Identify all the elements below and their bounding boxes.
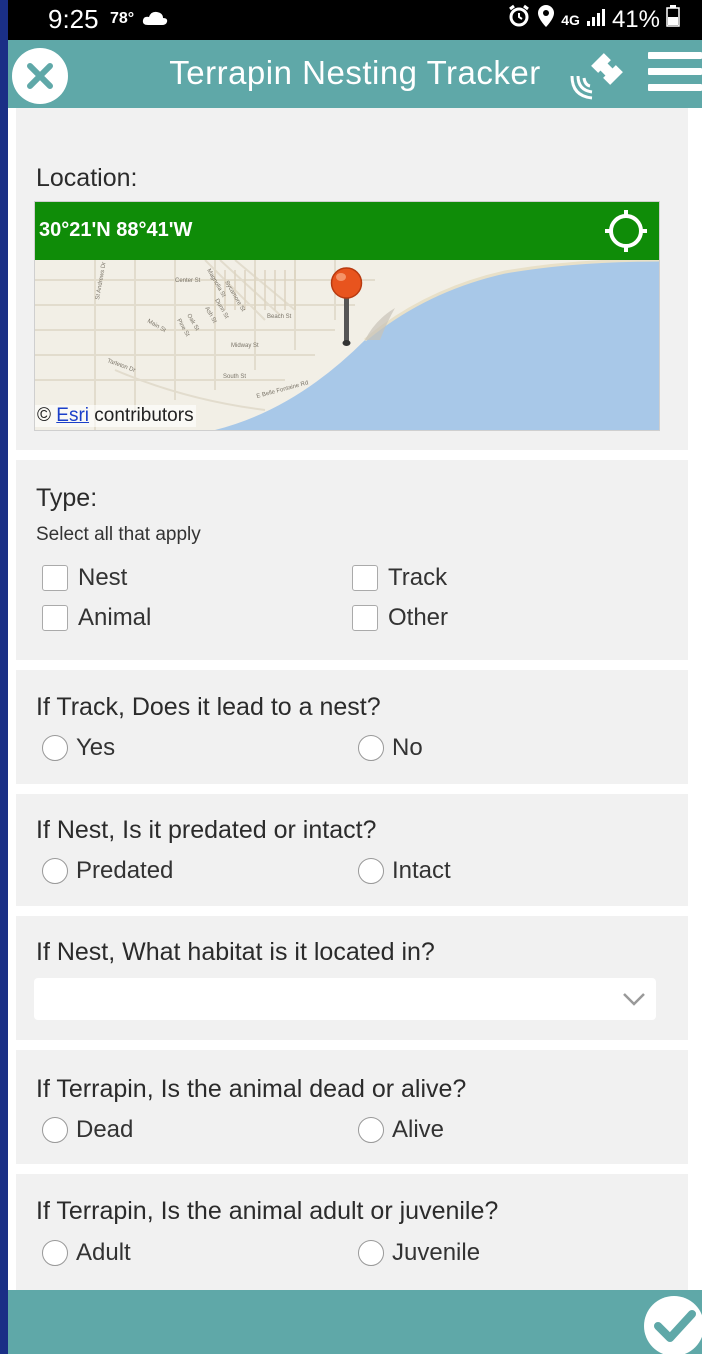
- bottom-bar: [8, 1290, 702, 1354]
- network-type: 4G: [561, 11, 580, 28]
- coordinate-text: 30°21'N 88°41'W: [39, 219, 193, 241]
- checkbox-box[interactable]: [42, 605, 68, 631]
- radio-label: Intact: [392, 857, 451, 884]
- radio-dead[interactable]: Dead: [42, 1116, 133, 1144]
- radio-nest-intact[interactable]: Intact: [358, 857, 451, 885]
- battery-icon: [666, 5, 680, 34]
- copyright-symbol: ©: [37, 405, 51, 426]
- checkbox-animal[interactable]: Animal: [42, 604, 151, 632]
- radio-circle[interactable]: [358, 735, 384, 761]
- street-label: Center St: [175, 278, 201, 284]
- status-temperature: 78°: [110, 10, 135, 27]
- location-pin-icon: [537, 4, 555, 35]
- checkbox-box[interactable]: [352, 605, 378, 631]
- type-hint: Select all that apply: [36, 524, 201, 545]
- divider: [16, 660, 688, 670]
- crosshair-icon: [605, 210, 647, 252]
- street-label: Beach St: [267, 314, 292, 320]
- checkbox-box[interactable]: [352, 565, 378, 591]
- radio-circle[interactable]: [42, 1240, 68, 1266]
- checkbox-label: Nest: [78, 564, 128, 591]
- attribution-text: contributors: [94, 405, 194, 426]
- radio-circle[interactable]: [358, 1117, 384, 1143]
- radio-adult[interactable]: Adult: [42, 1239, 131, 1267]
- radio-track-no[interactable]: No: [358, 734, 423, 762]
- status-time: 9:25: [48, 4, 99, 34]
- radio-circle[interactable]: [358, 858, 384, 884]
- radio-circle[interactable]: [358, 1240, 384, 1266]
- checkbox-label: Other: [388, 604, 449, 631]
- radio-label: Dead: [76, 1116, 134, 1143]
- esri-link[interactable]: Esri: [56, 405, 89, 426]
- radio-nest-predated[interactable]: Predated: [42, 857, 173, 885]
- map-pin-icon: [330, 267, 363, 346]
- divider: [16, 906, 688, 916]
- checkbox-label: Track: [388, 564, 448, 591]
- satellite-icon: [570, 53, 623, 100]
- menu-icon-bar: [648, 68, 702, 75]
- divider: [16, 784, 688, 794]
- radio-label: Adult: [76, 1239, 131, 1266]
- track-question-label: If Track, Does it lead to a nest?: [36, 693, 381, 721]
- radio-alive[interactable]: Alive: [358, 1116, 444, 1144]
- radio-label: Juvenile: [392, 1239, 481, 1266]
- radio-label: Predated: [76, 857, 174, 884]
- habitat-question-label: If Nest, What habitat is it located in?: [36, 938, 435, 966]
- radio-track-yes[interactable]: Yes: [42, 734, 115, 762]
- street-label: South St: [223, 374, 246, 380]
- radio-circle[interactable]: [42, 735, 68, 761]
- cloud-icon: [142, 10, 168, 31]
- radio-circle[interactable]: [42, 858, 68, 884]
- map-attribution: © Esri contributors: [35, 405, 196, 427]
- menu-button[interactable]: [648, 52, 702, 96]
- status-icons: 4G 41%: [507, 4, 680, 35]
- checkbox-other[interactable]: Other: [352, 604, 448, 632]
- radio-circle[interactable]: [42, 1117, 68, 1143]
- app-header: Terrapin Nesting Tracker: [8, 40, 702, 108]
- type-label: Type:: [36, 484, 98, 512]
- divider: [16, 1164, 688, 1174]
- gps-status-button[interactable]: [568, 50, 624, 100]
- location-map[interactable]: 30°21'N 88°41'W Center St Magnolia St Sy…: [34, 201, 660, 431]
- divider: [16, 1040, 688, 1050]
- locate-me-button[interactable]: [603, 208, 649, 254]
- location-label: Location:: [36, 164, 138, 192]
- radio-label: No: [392, 734, 423, 761]
- alarm-icon: [507, 4, 531, 35]
- chevron-down-icon: [623, 993, 645, 1006]
- checkbox-box[interactable]: [42, 565, 68, 591]
- habitat-dropdown[interactable]: [34, 978, 656, 1020]
- status-bar: 9:25 78° 4G 41%: [8, 0, 702, 40]
- nest-question-label: If Nest, Is it predated or intact?: [36, 816, 377, 844]
- checkmark-icon: [654, 1310, 696, 1342]
- checkbox-track[interactable]: Track: [352, 564, 447, 592]
- menu-icon-bar: [648, 52, 702, 59]
- signal-icon: [586, 6, 606, 34]
- radio-label: Yes: [76, 734, 116, 761]
- dead-alive-question-label: If Terrapin, Is the animal dead or alive…: [36, 1075, 467, 1103]
- checkbox-label: Animal: [78, 604, 152, 631]
- age-question-label: If Terrapin, Is the animal adult or juve…: [36, 1197, 499, 1225]
- checkbox-nest[interactable]: Nest: [42, 564, 127, 592]
- app-frame: 9:25 78° 4G 41% Terrapin Nesting Tracker…: [8, 0, 702, 1354]
- street-label: Midway St: [231, 343, 259, 349]
- menu-icon-bar: [648, 84, 702, 91]
- divider: [16, 450, 688, 460]
- radio-label: Alive: [392, 1116, 445, 1143]
- battery-percent: 41%: [611, 5, 660, 33]
- radio-juvenile[interactable]: Juvenile: [358, 1239, 480, 1267]
- submit-button[interactable]: [644, 1296, 702, 1354]
- coordinate-bar: 30°21'N 88°41'W: [35, 202, 659, 260]
